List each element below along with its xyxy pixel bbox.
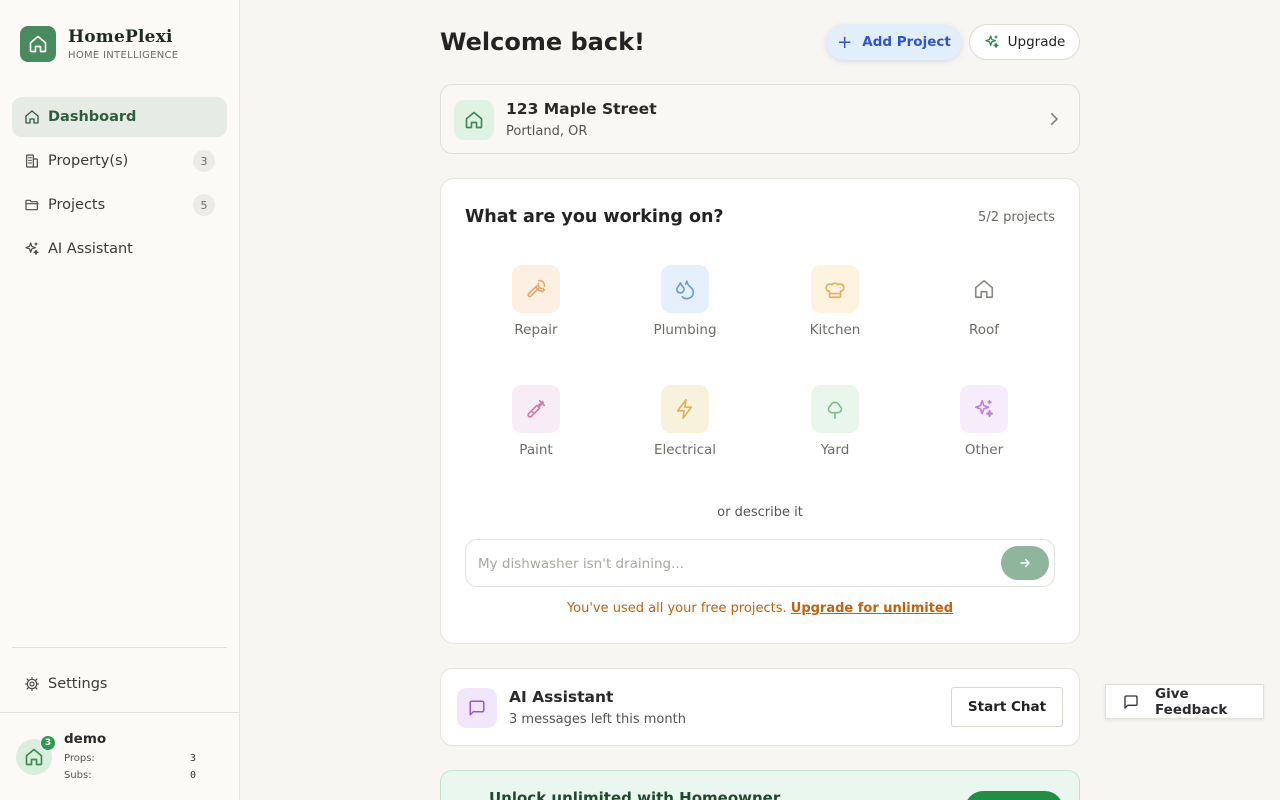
category-plumbing[interactable]: Plumbing [625, 265, 745, 338]
notification-badge: 3 [40, 735, 56, 751]
ai-card-subtitle: 3 messages left this month [509, 712, 686, 727]
property-address: 123 Maple Street [506, 100, 657, 118]
brand-tagline: HOME INTELLIGENCE [68, 50, 179, 61]
sidebar-item-settings[interactable]: Settings [12, 664, 227, 704]
sidebar-item-label: AI Assistant [48, 241, 133, 257]
brand-name: HomePlexi [68, 27, 173, 47]
project-count: 5/2 projects [978, 210, 1055, 225]
sidebar-item-projects[interactable]: Projects 5 [12, 185, 227, 225]
brand[interactable]: HomePlexi HOME INTELLIGENCE [20, 26, 178, 62]
upgrade-label: Upgrade [1007, 34, 1066, 50]
user-profile[interactable]: 3 demo Props: 3 Subs: 0 [0, 712, 239, 800]
category-label: Electrical [653, 442, 717, 458]
category-label: Yard [820, 442, 850, 458]
sidebar-item-label: Property(s) [48, 153, 129, 169]
droplets-icon [661, 265, 709, 313]
category-label: Roof [968, 322, 1000, 338]
feedback-label: Give Feedback [1155, 685, 1228, 718]
category-label: Kitchen [809, 322, 861, 338]
brand-logo-icon [20, 26, 56, 62]
message-square-icon [1123, 694, 1139, 710]
sidebar-divider [12, 647, 227, 648]
user-props-stat: Props: 3 [64, 753, 196, 764]
home-icon [960, 265, 1008, 313]
home-icon [454, 100, 494, 140]
user-subs-stat: Subs: 0 [64, 770, 196, 781]
category-kitchen[interactable]: Kitchen [775, 265, 895, 338]
props-label: Props: [64, 753, 95, 764]
zap-icon [661, 385, 709, 433]
sidebar-nav: Dashboard Property(s) 3 Projects 5 AI As… [12, 97, 227, 273]
folder-icon [24, 197, 40, 213]
sidebar-item-label: Dashboard [48, 109, 137, 125]
sparkles-icon [24, 241, 40, 257]
count-badge: 5 [193, 194, 215, 216]
add-project-button[interactable]: + Add Project [826, 24, 962, 60]
subs-label: Subs: [64, 770, 92, 781]
user-name: demo [64, 731, 107, 747]
category-other[interactable]: Other [924, 385, 1044, 458]
props-value: 3 [189, 753, 196, 764]
avatar[interactable]: 3 [16, 735, 56, 775]
count-badge: 3 [193, 150, 215, 172]
home-icon [24, 109, 40, 125]
category-label: Plumbing [653, 322, 717, 338]
gear-icon [24, 676, 40, 692]
sidebar-item-ai-assistant[interactable]: AI Assistant [12, 229, 227, 269]
describe-input-wrapper [465, 539, 1055, 587]
page-title: Welcome back! [440, 28, 645, 56]
sparkles-icon [984, 34, 1000, 50]
property-card[interactable]: 123 Maple Street Portland, OR [440, 84, 1080, 154]
upgrade-link[interactable]: Upgrade for unlimited [791, 601, 953, 616]
category-label: Other [964, 442, 1004, 458]
upgrade-button[interactable]: Upgrade [969, 24, 1080, 60]
category-label: Repair [514, 322, 558, 338]
building-icon [24, 153, 40, 169]
send-button[interactable] [1001, 546, 1049, 580]
sidebar-item-label: Projects [48, 197, 106, 213]
sidebar-item-dashboard[interactable]: Dashboard [12, 97, 227, 137]
category-roof[interactable]: Roof [924, 265, 1044, 338]
category-electrical[interactable]: Electrical [625, 385, 745, 458]
section-title: What are you working on? [465, 207, 724, 227]
limit-text: You've used all your free projects. [566, 601, 787, 616]
property-city: Portland, OR [506, 124, 588, 139]
category-paint[interactable]: Paint [476, 385, 596, 458]
sidebar: HomePlexi HOME INTELLIGENCE Dashboard Pr… [0, 0, 240, 800]
promo-title: Unlock unlimited with Homeowner [489, 789, 781, 800]
give-feedback-button[interactable]: Give Feedback [1105, 684, 1264, 719]
message-square-icon [457, 688, 497, 728]
wrench-icon [512, 265, 560, 313]
arrow-right-icon [1020, 558, 1030, 568]
chevron-right-icon [1045, 110, 1063, 132]
describe-input[interactable] [478, 552, 978, 576]
sidebar-item-label: Settings [48, 676, 108, 692]
paintbrush-icon [512, 385, 560, 433]
chef-hat-icon [811, 265, 859, 313]
plus-icon: + [837, 31, 853, 53]
upgrade-promo-card: Unlock unlimited with Homeowner [440, 770, 1080, 800]
ai-card-title: AI Assistant [509, 688, 614, 706]
sidebar-item-properties[interactable]: Property(s) 3 [12, 141, 227, 181]
limit-message: You've used all your free projects. Upgr… [441, 601, 1079, 616]
category-yard[interactable]: Yard [775, 385, 895, 458]
sparkles-icon [960, 385, 1008, 433]
tree-icon [811, 385, 859, 433]
category-label: Paint [519, 442, 553, 458]
promo-button[interactable] [965, 791, 1063, 800]
start-chat-button[interactable]: Start Chat [951, 687, 1063, 727]
project-type-card: What are you working on? 5/2 projects Re… [440, 178, 1080, 644]
category-repair[interactable]: Repair [476, 265, 596, 338]
subs-value: 0 [189, 770, 196, 781]
ai-assistant-card: AI Assistant 3 messages left this month … [440, 668, 1080, 746]
add-project-label: Add Project [862, 34, 951, 50]
or-describe-text: or describe it [717, 505, 803, 520]
